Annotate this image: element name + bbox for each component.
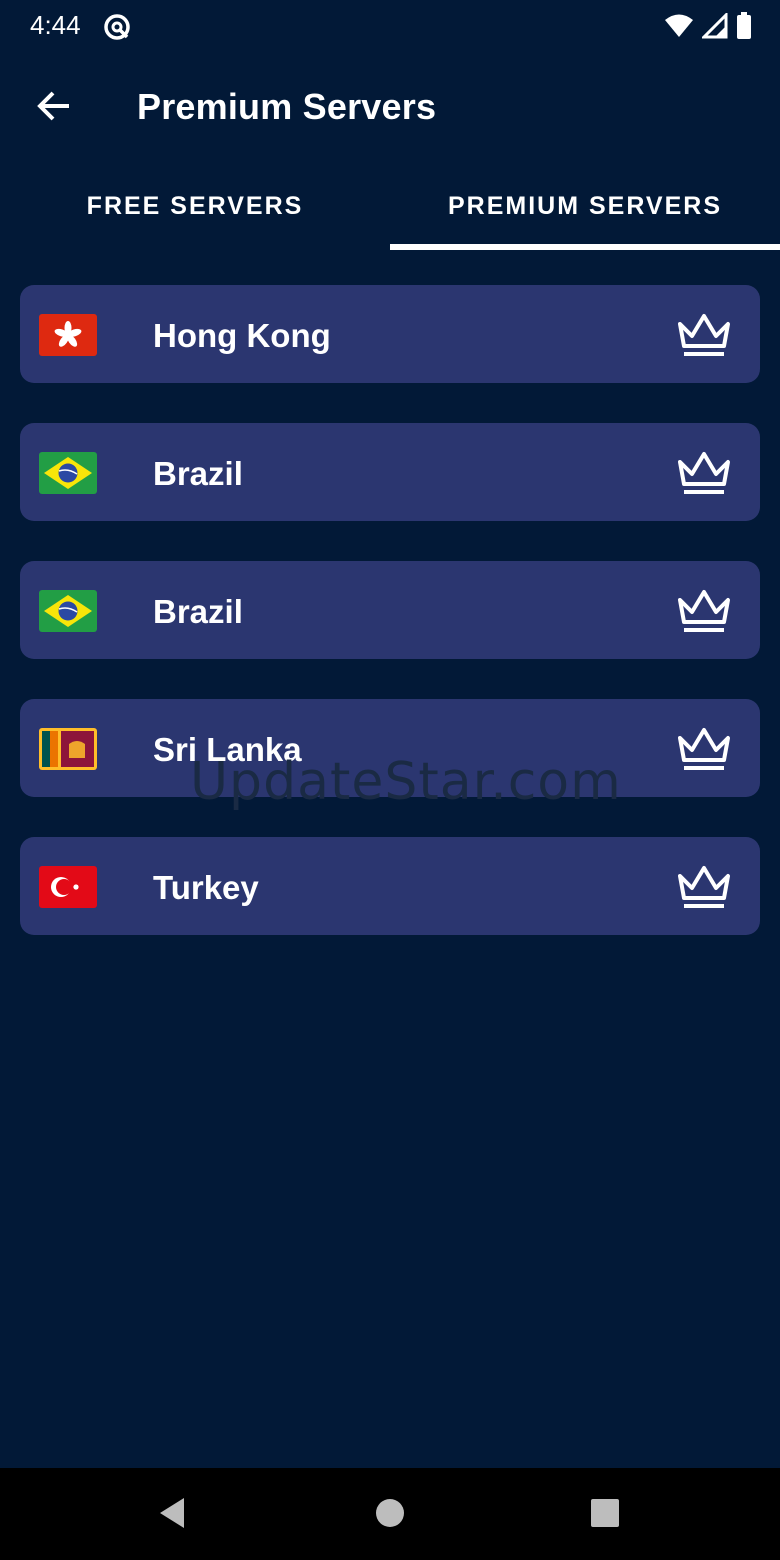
turkey-flag-icon	[39, 866, 97, 908]
nav-recents-button[interactable]	[580, 1490, 630, 1540]
crown-icon	[674, 864, 734, 910]
server-name: Hong Kong	[153, 317, 331, 354]
app-bar: Premium Servers	[0, 54, 780, 162]
back-triangle-icon	[158, 1496, 188, 1535]
server-item-brazil[interactable]: Brazil	[20, 561, 760, 659]
signal-icon	[700, 11, 728, 44]
system-nav-bar	[0, 1468, 780, 1560]
nav-home-button[interactable]	[365, 1490, 415, 1540]
server-item-hong-kong[interactable]: Hong Kong	[20, 285, 760, 383]
server-name: Sri Lanka	[153, 731, 302, 768]
brazil-flag-icon	[39, 590, 97, 632]
crown-icon	[674, 312, 734, 358]
back-button[interactable]	[28, 82, 80, 134]
wifi-icon	[664, 13, 694, 44]
server-item-turkey[interactable]: Turkey	[20, 837, 760, 935]
page-title: Premium Servers	[137, 86, 437, 127]
sri-lanka-flag-icon	[39, 728, 97, 770]
brazil-flag-icon	[39, 452, 97, 494]
server-name: Brazil	[153, 593, 243, 630]
battery-icon	[736, 12, 752, 45]
server-name: Brazil	[153, 455, 243, 492]
tab-premium-servers[interactable]: PREMIUM SERVERS	[390, 162, 780, 250]
crown-icon	[674, 588, 734, 634]
notification-icon	[102, 12, 132, 42]
server-item-brazil[interactable]: Brazil	[20, 423, 760, 521]
server-name: Turkey	[153, 869, 259, 906]
hong-kong-flag-icon	[39, 314, 97, 356]
tab-indicator	[390, 244, 780, 250]
nav-back-button[interactable]	[148, 1490, 198, 1540]
server-item-sri-lanka[interactable]: Sri Lanka	[20, 699, 760, 797]
tab-free-servers[interactable]: FREE SERVERS	[0, 162, 390, 250]
status-time: 4:44	[30, 10, 81, 40]
crown-icon	[674, 450, 734, 496]
status-bar: 4:44	[0, 0, 780, 54]
home-circle-icon	[375, 1498, 405, 1533]
recents-square-icon	[590, 1498, 620, 1533]
crown-icon	[674, 726, 734, 772]
tab-bar: FREE SERVERS PREMIUM SERVERS	[0, 162, 780, 250]
arrow-back-icon	[36, 90, 72, 127]
